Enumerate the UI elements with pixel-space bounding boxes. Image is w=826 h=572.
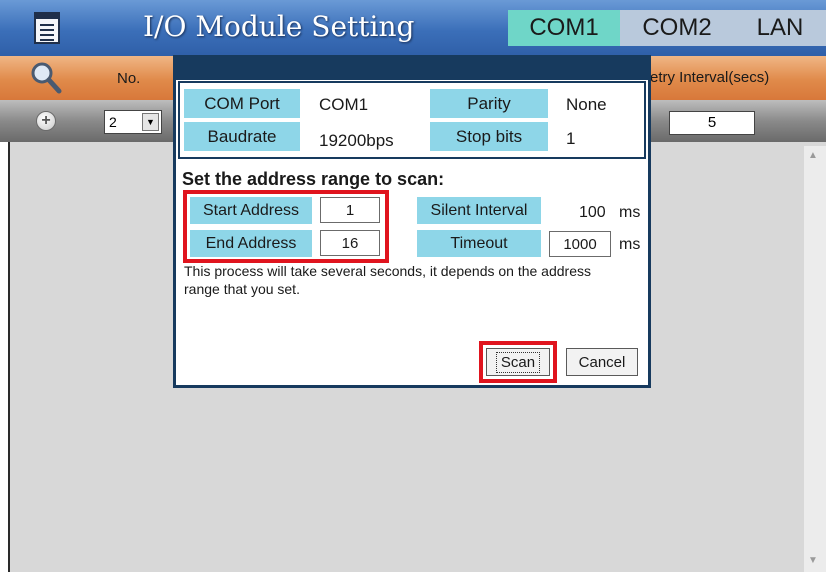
module-number-value: 2 (109, 114, 117, 130)
timeout-unit: ms (619, 236, 641, 253)
panel-left-border (8, 142, 10, 572)
page-title: I/O Module Setting (143, 10, 415, 43)
timeout-label: Timeout (417, 230, 541, 257)
search-icon[interactable] (28, 60, 64, 96)
scan-range-heading: Set the address range to scan: (182, 169, 445, 189)
scan-duration-note: This process will take several seconds, … (184, 263, 591, 297)
silent-interval-label: Silent Interval (417, 197, 541, 224)
silent-interval-value: 100 (579, 204, 606, 221)
scroll-down-icon[interactable]: ▼ (808, 555, 818, 566)
scan-button-highlight (479, 341, 557, 383)
column-retry-interval-label: etry Interval(secs) (650, 69, 770, 86)
timeout-input[interactable]: 1000 (549, 231, 611, 257)
silent-interval-unit: ms (619, 204, 641, 221)
column-no-label: No. (117, 70, 141, 87)
com-port-label: COM Port (184, 89, 300, 118)
baudrate-value: 19200bps (319, 131, 394, 150)
chevron-down-icon[interactable]: ▼ (142, 113, 159, 131)
vertical-scrollbar[interactable] (804, 146, 826, 572)
com-port-value: COM1 (319, 95, 369, 114)
module-number-select[interactable]: 2 ▼ (104, 110, 162, 134)
baudrate-label: Baudrate (184, 122, 300, 151)
scroll-up-icon[interactable]: ▲ (808, 150, 818, 161)
stop-bits-label: Stop bits (430, 122, 548, 151)
address-range-highlight (183, 190, 389, 263)
add-icon[interactable]: + (36, 111, 56, 131)
menu-icon[interactable] (34, 12, 60, 44)
title-bar: I/O Module Setting COM1 COM2 LAN (0, 0, 826, 56)
tab-lan[interactable]: LAN (734, 10, 826, 46)
retry-interval-field[interactable]: 5 (669, 111, 755, 135)
cancel-button[interactable]: Cancel (566, 348, 638, 376)
parity-label: Parity (430, 89, 548, 118)
parity-value: None (566, 95, 607, 114)
stop-bits-value: 1 (566, 129, 576, 148)
tab-com2[interactable]: COM2 (620, 10, 734, 46)
tab-com1[interactable]: COM1 (508, 10, 620, 46)
